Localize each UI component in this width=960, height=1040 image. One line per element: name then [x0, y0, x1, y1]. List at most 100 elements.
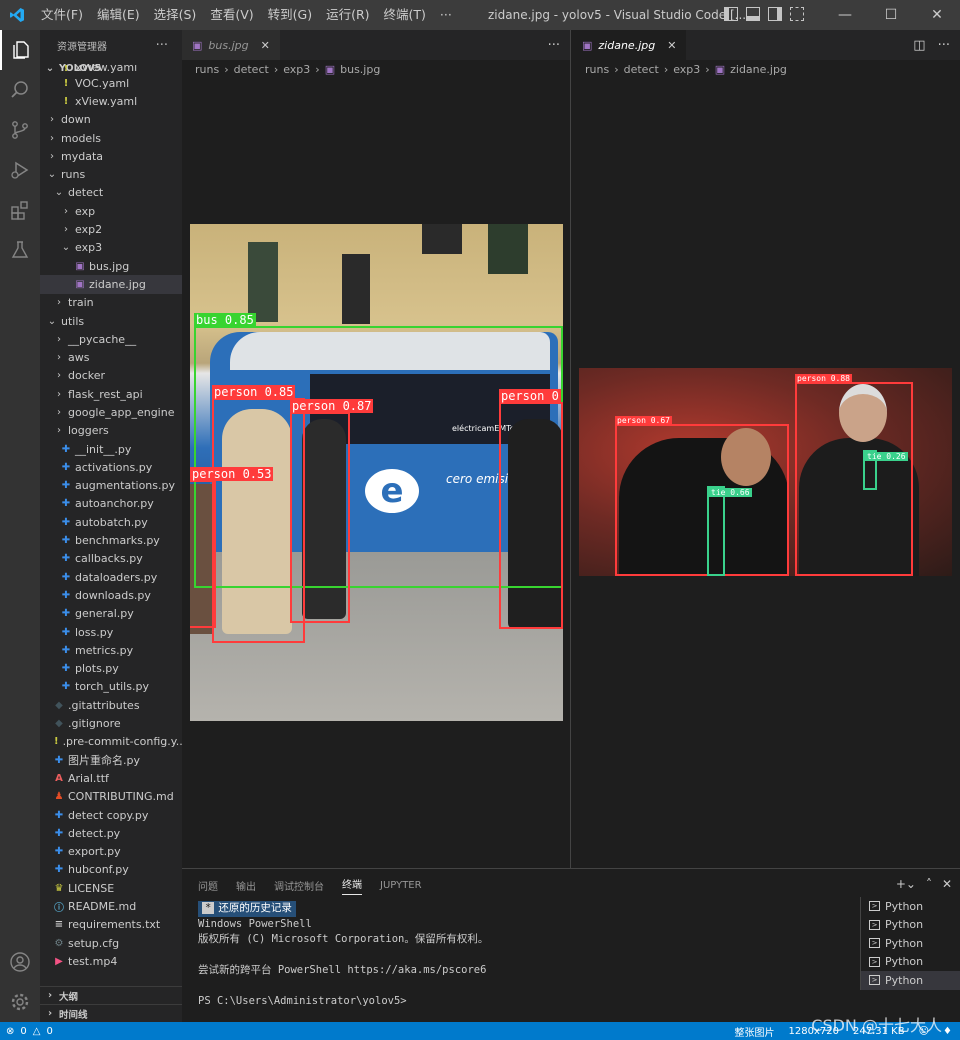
tree-item[interactable]: ◆ .gitattributes — [40, 696, 182, 714]
tree-item[interactable]: › loggers — [40, 422, 182, 440]
toggle-sidebar-icon[interactable] — [724, 7, 738, 21]
tree-item[interactable]: ! xView.yaml — [40, 92, 182, 110]
tree-item[interactable]: A Arial.ttf — [40, 769, 182, 787]
close-tab-icon[interactable]: ✕ — [667, 39, 676, 52]
toggle-panel-icon[interactable] — [746, 7, 760, 21]
source-control-icon[interactable] — [0, 110, 40, 150]
terminal-entry[interactable]: > Python — [861, 953, 960, 972]
tab-bus-jpg[interactable]: ▣ bus.jpg ✕ — [182, 30, 280, 60]
tree-item[interactable]: ! VOC.yaml — [40, 74, 182, 92]
manage-gear-icon[interactable] — [0, 982, 40, 1022]
tree-item[interactable]: ! xView.yaml — [40, 65, 182, 74]
close-icon[interactable]: ✕ — [914, 0, 960, 30]
tree-item[interactable]: ♛ LICENSE — [40, 879, 182, 897]
breadcrumb-item[interactable]: detect — [234, 63, 269, 76]
tree-item[interactable]: ✚ detect copy.py — [40, 806, 182, 824]
tree-item[interactable]: ⌄ detect — [40, 184, 182, 202]
tree-item[interactable]: ✚ export.py — [40, 842, 182, 860]
explorer-icon[interactable] — [0, 30, 40, 70]
tree-item[interactable]: ✚ callbacks.py — [40, 550, 182, 568]
timeline-section[interactable]: › 时间线 — [40, 1004, 182, 1022]
tree-item[interactable]: ✚ autobatch.py — [40, 513, 182, 531]
tree-item[interactable]: ✚ loss.py — [40, 623, 182, 641]
zoom-mode[interactable]: 整张图片 — [735, 1024, 775, 1039]
menu-edit[interactable]: 编辑(E) — [90, 0, 147, 30]
maximize-panel-icon[interactable]: ˄ — [926, 877, 932, 891]
tree-item[interactable]: ✚ metrics.py — [40, 641, 182, 659]
more-actions-icon[interactable]: ··· — [548, 38, 560, 53]
tree-item[interactable]: ✚ augmentations.py — [40, 477, 182, 495]
tree-item[interactable]: ✚ detect.py — [40, 824, 182, 842]
tree-item[interactable]: › train — [40, 294, 182, 312]
problems-status[interactable]: ⊗ 0 △ 0 — [0, 1026, 53, 1037]
tree-item[interactable]: ◆ .gitignore — [40, 714, 182, 732]
tree-item[interactable]: ✚ benchmarks.py — [40, 531, 182, 549]
terminal-entry[interactable]: > Python — [861, 934, 960, 953]
outline-section[interactable]: › 大纲 — [40, 986, 182, 1004]
tree-item[interactable]: ✚ general.py — [40, 605, 182, 623]
close-tab-icon[interactable]: ✕ — [261, 39, 270, 52]
menu-go[interactable]: 转到(G) — [261, 0, 319, 30]
breadcrumb-item[interactable]: detect — [624, 63, 659, 76]
run-debug-icon[interactable] — [0, 150, 40, 190]
breadcrumb-item[interactable]: zidane.jpg — [730, 63, 787, 76]
tree-item[interactable]: › aws — [40, 348, 182, 366]
tree-item[interactable]: ✚ torch_utils.py — [40, 678, 182, 696]
tree-item[interactable]: ✚ dataloaders.py — [40, 568, 182, 586]
tree-item[interactable]: › google_app_engine — [40, 403, 182, 421]
menu-run[interactable]: 运行(R) — [319, 0, 376, 30]
tree-item[interactable]: ✚ __init__.py — [40, 440, 182, 458]
minimize-icon[interactable]: — — [822, 0, 868, 30]
breadcrumb-item[interactable]: exp3 — [673, 63, 700, 76]
new-terminal-icon[interactable]: +⌄ — [896, 877, 916, 891]
menu-view[interactable]: 查看(V) — [203, 0, 260, 30]
tree-item[interactable]: ✚ autoanchor.py — [40, 495, 182, 513]
testing-icon[interactable] — [0, 230, 40, 270]
tab-debug-console[interactable]: 调试控制台 — [274, 878, 324, 893]
tab-output[interactable]: 输出 — [236, 878, 256, 893]
breadcrumb-item[interactable]: exp3 — [283, 63, 310, 76]
tree-item[interactable]: ✚ plots.py — [40, 660, 182, 678]
tab-problems[interactable]: 问题 — [198, 878, 218, 893]
split-editor-icon[interactable]: ◫ — [913, 38, 925, 53]
tree-item[interactable]: › exp — [40, 202, 182, 220]
tree-item[interactable]: › exp2 — [40, 220, 182, 238]
tree-item[interactable]: ⚙ setup.cfg — [40, 934, 182, 952]
tree-item[interactable]: ≡ requirements.txt — [40, 916, 182, 934]
more-actions-icon[interactable]: ··· — [156, 38, 168, 53]
notifications-bell-icon[interactable]: ♦ — [943, 1026, 952, 1037]
tree-item[interactable]: ! .pre-commit-config.y... — [40, 733, 182, 751]
tree-item[interactable]: › mydata — [40, 147, 182, 165]
close-panel-icon[interactable]: ✕ — [942, 877, 952, 891]
tree-item[interactable]: › down — [40, 111, 182, 129]
more-actions-icon[interactable]: ··· — [938, 38, 950, 53]
tree-item[interactable]: › flask_rest_api — [40, 385, 182, 403]
terminal-entry[interactable]: > Python — [861, 971, 960, 990]
tree-item[interactable]: ▶ test.mp4 — [40, 952, 182, 970]
tree-item[interactable]: ⌄ exp3 — [40, 239, 182, 257]
menu-file[interactable]: 文件(F) — [34, 0, 90, 30]
tree-item[interactable]: ✚ hubconf.py — [40, 861, 182, 879]
breadcrumb-item[interactable]: runs — [195, 63, 219, 76]
tab-jupyter[interactable]: JUPYTER — [380, 880, 422, 891]
tree-item[interactable]: › models — [40, 129, 182, 147]
tree-item[interactable]: ✚ activations.py — [40, 458, 182, 476]
toggle-secondary-sidebar-icon[interactable] — [768, 7, 782, 21]
breadcrumb-item[interactable]: bus.jpg — [340, 63, 380, 76]
tree-item[interactable]: ⌄ runs — [40, 165, 182, 183]
tab-zidane-jpg[interactable]: ▣ zidane.jpg ✕ — [572, 30, 687, 60]
tree-item[interactable]: ✚ downloads.py — [40, 586, 182, 604]
menu-selection[interactable]: 选择(S) — [147, 0, 204, 30]
terminal-entry[interactable]: > Python — [861, 897, 960, 916]
tree-item[interactable]: ⓘ README.md — [40, 897, 182, 915]
account-icon[interactable] — [0, 942, 40, 982]
tree-item[interactable]: › docker — [40, 367, 182, 385]
breadcrumb-item[interactable]: runs — [585, 63, 609, 76]
tree-item[interactable]: ✚ 图片重命名.py — [40, 751, 182, 769]
tree-item[interactable]: ♟ CONTRIBUTING.md — [40, 788, 182, 806]
tree-item[interactable]: ▣ zidane.jpg — [40, 275, 182, 294]
maximize-icon[interactable]: ☐ — [868, 0, 914, 30]
tree-item[interactable]: ⌄ utils — [40, 312, 182, 330]
terminal-entry[interactable]: > Python — [861, 916, 960, 935]
customize-layout-icon[interactable] — [790, 7, 804, 21]
